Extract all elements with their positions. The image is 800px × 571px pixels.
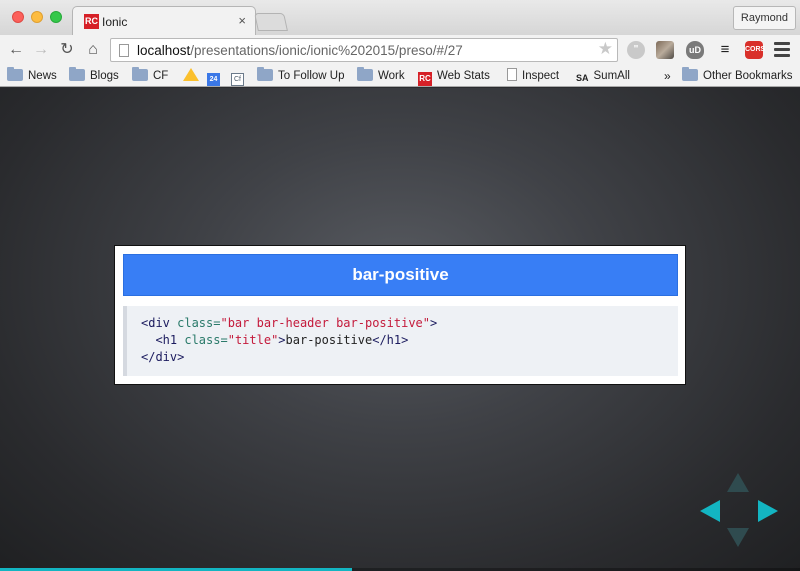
profile-button[interactable]: Raymond [732, 6, 796, 30]
photo-extension-icon[interactable] [656, 41, 674, 59]
zoom-window-button[interactable] [50, 11, 62, 23]
bookmark-work[interactable]: Work [357, 67, 405, 84]
code-block: <div class="bar bar-header bar-positive"… [123, 306, 678, 376]
home-icon[interactable]: ⌂ [83, 40, 103, 60]
rc-favicon-icon: RC [84, 14, 99, 29]
code-line-2: <h1 class="title">bar-positive</h1> [155, 333, 409, 347]
bookmark-google-drive[interactable] [183, 68, 204, 84]
cors-extension-icon[interactable]: CORS [745, 41, 765, 59]
nav-left-arrow-icon[interactable] [700, 500, 720, 522]
reload-icon[interactable]: ↻ [57, 40, 77, 60]
close-window-button[interactable] [12, 11, 24, 23]
new-tab-button[interactable] [254, 13, 288, 31]
ublock-extension-icon[interactable]: uD [686, 41, 704, 59]
folder-icon [257, 67, 273, 81]
window-titlebar: RC Ionic × Raymond [0, 0, 800, 36]
url-text[interactable]: localhost/presentations/ionic/ionic%2020… [137, 43, 463, 58]
nav-right-arrow-icon[interactable] [758, 500, 778, 522]
cf-icon: Cf [231, 73, 244, 86]
bookmark-web-stats[interactable]: RC Web Stats [418, 68, 490, 86]
bookmark-sumall[interactable]: SA SumAll [576, 68, 630, 84]
forward-arrow-icon[interactable]: → [31, 40, 51, 60]
folder-icon [357, 67, 373, 81]
folder-icon [7, 67, 23, 81]
buffer-extension-icon[interactable]: ≡ [716, 41, 734, 59]
bookmark-star-icon[interactable]: ★ [598, 39, 613, 59]
page-icon [119, 44, 129, 57]
bookmark-cf[interactable]: CF [132, 67, 168, 84]
folder-icon [682, 67, 698, 81]
folder-icon [69, 67, 85, 81]
chrome-menu-icon[interactable] [774, 42, 790, 58]
bookmark-to-follow-up[interactable]: To Follow Up [257, 67, 344, 84]
bar-positive-demo: bar-positive [123, 254, 678, 296]
rc-icon: RC [418, 72, 432, 86]
calendar-icon: 24 [207, 73, 220, 86]
browser-toolbar: ← → ↻ ⌂ localhost/presentations/ionic/io… [0, 35, 800, 65]
minimize-window-button[interactable] [31, 11, 43, 23]
google-drive-icon [183, 68, 199, 81]
address-bar[interactable]: localhost/presentations/ionic/ionic%2020… [110, 38, 618, 62]
code-line-1: <div class="bar bar-header bar-positive"… [141, 316, 438, 330]
back-arrow-icon[interactable]: ← [6, 40, 26, 60]
nav-up-arrow-icon[interactable] [727, 473, 749, 492]
tab-close-icon[interactable]: × [238, 13, 246, 28]
code-line-3: </div> [141, 350, 185, 364]
folder-icon [132, 67, 148, 81]
bookmark-news[interactable]: News [7, 67, 57, 84]
nav-down-arrow-icon[interactable] [727, 528, 749, 547]
hangouts-extension-icon[interactable]: " [627, 41, 645, 59]
bookmark-inspect[interactable]: Inspect [507, 68, 559, 84]
bookmark-cf-icon[interactable]: Cf [231, 68, 249, 86]
bookmarks-bar: News Blogs CF 24 Cf To Follow Up Work RC… [0, 65, 800, 87]
presentation-stage: bar-positive <div class="bar bar-header … [0, 88, 800, 571]
bookmark-calendar[interactable]: 24 [207, 68, 225, 86]
tab-title: Ionic [102, 15, 128, 29]
slide-example: bar-positive <div class="bar bar-header … [114, 245, 686, 385]
document-icon [507, 68, 517, 81]
tab-ionic[interactable]: RC Ionic × [72, 6, 256, 36]
bookmarks-overflow-button[interactable]: » [664, 68, 671, 84]
bookmark-other-bookmarks[interactable]: Other Bookmarks [682, 67, 792, 84]
sumall-icon: SA [576, 73, 589, 83]
bookmark-blogs[interactable]: Blogs [69, 67, 119, 84]
